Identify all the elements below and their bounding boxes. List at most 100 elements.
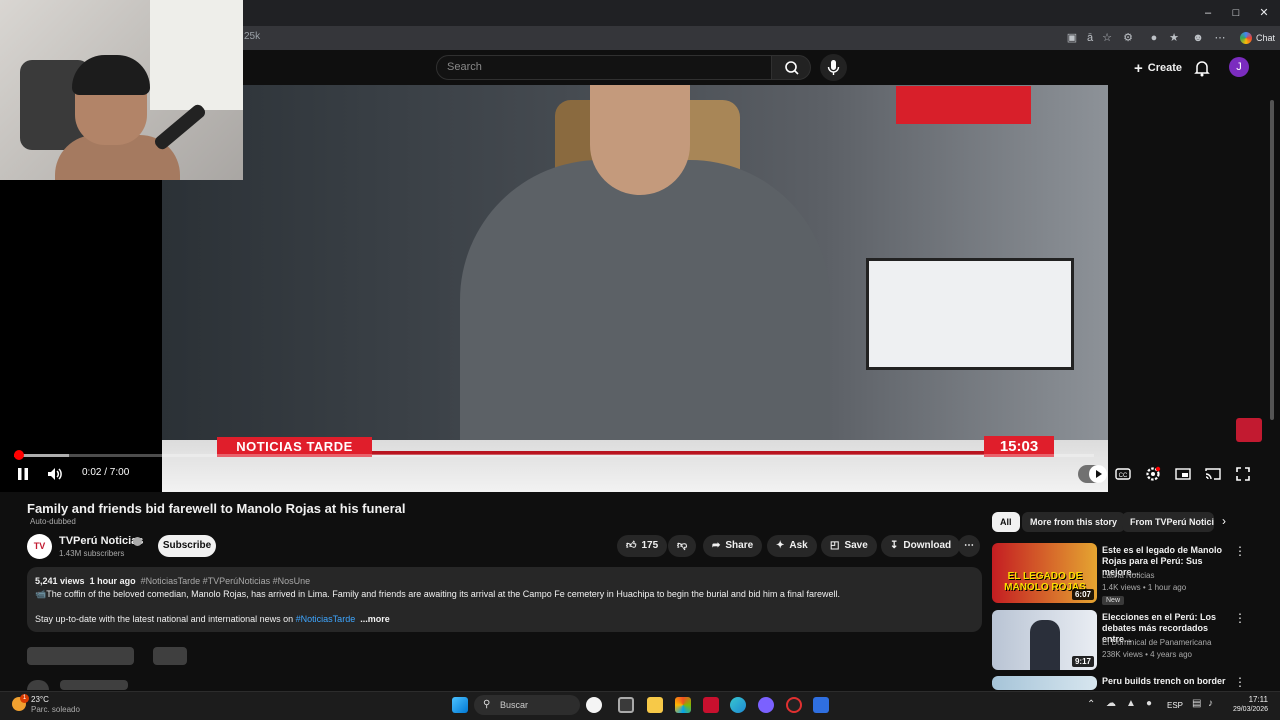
fullscreen-button[interactable]	[1234, 465, 1252, 483]
chevron-right-icon[interactable]: ›	[1222, 514, 1226, 528]
account-avatar[interactable]: J	[1229, 57, 1249, 77]
browser-menu-icon[interactable]: ⋯	[1212, 30, 1228, 46]
chip-all[interactable]: All	[992, 512, 1020, 532]
edge-browser-icon[interactable]	[730, 697, 746, 713]
recommendation-thumbnail[interactable]	[992, 676, 1097, 690]
download-button[interactable]: ↧ Download	[881, 535, 961, 557]
loading-placeholder	[27, 680, 49, 690]
file-explorer-icon[interactable]	[647, 697, 663, 713]
settings-button[interactable]	[1144, 465, 1162, 483]
url-text[interactable]: 25k	[244, 31, 260, 42]
search-button[interactable]	[771, 55, 811, 80]
share-button[interactable]: ➦ Share	[703, 535, 763, 557]
microsoft-365-icon[interactable]	[675, 697, 691, 713]
progress-bar[interactable]	[14, 454, 1094, 457]
voice-search-button[interactable]	[820, 54, 847, 81]
volume-button[interactable]	[46, 465, 64, 483]
translate-icon[interactable]: ā	[1082, 30, 1098, 46]
chip-more-from-story[interactable]: More from this story	[1022, 512, 1126, 532]
like-button[interactable]: 👍︎ 175	[617, 535, 668, 557]
search-icon: ⚲	[483, 699, 491, 710]
favorites-icon[interactable]: ★	[1166, 30, 1182, 46]
bell-icon	[1194, 61, 1210, 77]
notifications-button[interactable]	[1192, 58, 1212, 78]
description-hashtag-link[interactable]: #NoticiasTarde	[296, 614, 356, 624]
chat-button[interactable]: Chat	[1236, 28, 1279, 48]
chip-from-channel[interactable]: From TVPerú Noticias	[1122, 512, 1214, 532]
chat-label: Chat	[1256, 33, 1276, 43]
recommendation-channel[interactable]: Latina Noticias	[1102, 571, 1154, 580]
input-language[interactable]: ESP	[1167, 701, 1183, 710]
close-icon[interactable]: ✕	[1250, 4, 1278, 22]
share-label: Share	[725, 540, 754, 551]
channel-name[interactable]: TVPerú Noticias	[59, 535, 143, 547]
description-meta: 5,241 views 1 hour ago #NoticiasTarde #T…	[35, 576, 310, 586]
sparkle-icon: ✦	[776, 540, 785, 551]
save-button[interactable]: ◰ Save	[821, 535, 877, 557]
dislike-button[interactable]: 👎︎	[668, 535, 697, 557]
tray-app-icon[interactable]: ▲	[1126, 698, 1136, 709]
start-windows-icon[interactable]	[452, 697, 468, 713]
clock-time[interactable]: 17:11	[1228, 695, 1268, 704]
task-view-icon[interactable]	[618, 697, 634, 713]
weather-description[interactable]: Parc. soleado	[31, 705, 80, 714]
create-button[interactable]: + Create	[1126, 56, 1190, 80]
bookmark-star-icon[interactable]: ☆	[1099, 30, 1115, 46]
profile-sync-icon[interactable]: ●	[1146, 30, 1162, 46]
speaker-icon[interactable]: ♪	[1208, 698, 1213, 709]
webcam-person-cap	[72, 55, 150, 95]
discord-icon[interactable]	[758, 697, 774, 713]
recommendation-menu-icon[interactable]: ⋮	[1234, 544, 1246, 558]
obs-icon[interactable]	[786, 697, 802, 713]
tray-mic-icon[interactable]: ●	[1146, 698, 1152, 709]
cast-button[interactable]	[1204, 465, 1222, 483]
recommendation-menu-icon[interactable]: ⋮	[1234, 611, 1246, 625]
minimize-icon[interactable]: –	[1194, 4, 1222, 22]
autoplay-play-icon[interactable]	[1089, 465, 1107, 483]
description-text: 📹The coffin of the beloved comedian, Man…	[35, 589, 840, 599]
pause-button[interactable]	[14, 465, 32, 483]
download-label: Download	[903, 540, 952, 551]
auto-dubbed-label: Auto-dubbed	[30, 517, 76, 526]
save-label: Save	[844, 540, 868, 551]
channel-avatar[interactable]: TV	[27, 534, 52, 559]
cast-icon	[1205, 468, 1221, 480]
more-actions-button[interactable]: ⋯	[958, 535, 980, 557]
subscribe-button[interactable]: Subscribe	[158, 535, 216, 557]
pause-icon	[18, 468, 28, 480]
scrubber-handle[interactable]	[14, 450, 24, 460]
recommendation-channel[interactable]: El Dominical de Panamericana	[1102, 638, 1211, 647]
install-app-icon[interactable]: ▣	[1064, 30, 1080, 46]
description-prefix: Stay up-to-date with the latest national…	[35, 614, 296, 624]
recommendation-meta: 1.4K views • 1 hour ago	[1102, 583, 1187, 592]
ask-button[interactable]: ✦ Ask	[767, 535, 817, 557]
thumbs-down-icon: 👎︎	[677, 540, 688, 551]
browser-profile-icon[interactable]: ☻	[1190, 30, 1206, 46]
chevron-up-icon[interactable]: ⌃	[1087, 699, 1095, 710]
app-icon[interactable]	[813, 697, 829, 713]
description-hashtags[interactable]: #NoticiasTarde #TVPerúNoticias #NosUne	[141, 576, 311, 586]
maximize-icon[interactable]: □	[1222, 4, 1250, 22]
miniplayer-icon	[1175, 468, 1191, 480]
loading-placeholder	[27, 647, 134, 665]
microphone-icon	[827, 60, 840, 75]
video-title: Family and friends bid farewell to Manol…	[27, 501, 406, 516]
cloud-icon[interactable]: ☁	[1106, 698, 1116, 709]
captions-button[interactable]: CC	[1114, 465, 1132, 483]
miniplayer-button[interactable]	[1174, 465, 1192, 483]
network-icon[interactable]: ▤	[1192, 698, 1201, 709]
copilot-widget-icon[interactable]	[586, 697, 602, 713]
channel-watermark[interactable]	[1236, 418, 1262, 442]
page-scrollbar[interactable]	[1270, 100, 1274, 420]
clock-date[interactable]: 29/03/2026	[1218, 706, 1268, 713]
app-w-icon[interactable]	[703, 697, 719, 713]
show-more-link[interactable]: ...more	[360, 614, 390, 624]
recommendation-menu-icon[interactable]: ⋮	[1234, 675, 1246, 689]
recommendation-thumbnail[interactable]: 9:17	[992, 610, 1097, 670]
recommendation-thumbnail[interactable]: EL LEGADO DE MANOLO ROJAS 6:07	[992, 543, 1097, 603]
weather-temperature[interactable]: 23°C	[31, 695, 49, 704]
loading-placeholder	[153, 647, 187, 665]
extension-icon[interactable]: ⚙	[1120, 30, 1136, 46]
recommendation-title[interactable]: Peru builds trench on border	[1102, 676, 1232, 687]
search-input[interactable]: Search	[436, 55, 772, 80]
